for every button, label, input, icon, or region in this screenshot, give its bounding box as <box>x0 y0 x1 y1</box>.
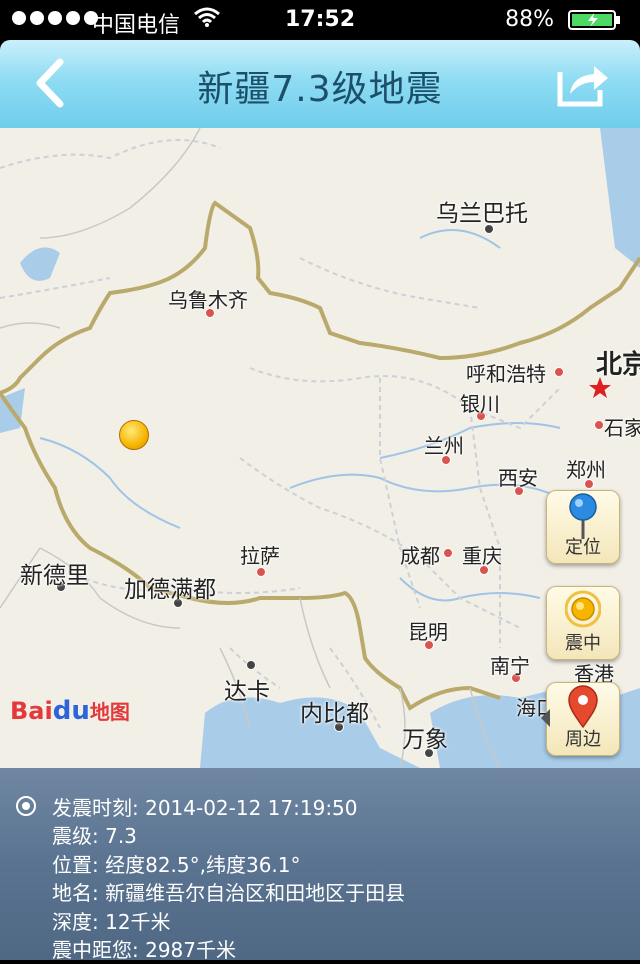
battery-percentage: 88% <box>505 7 554 32</box>
status-bar: 中国电信 17:52 88% <box>0 0 640 40</box>
map-label: 乌鲁木齐 <box>168 288 248 312</box>
logo-text: 地图 <box>89 700 130 724</box>
quake-place: 地名: 新疆维吾尔自治区和田地区于田县 <box>52 881 406 906</box>
map-label: 郑州 <box>566 458 606 482</box>
map-view[interactable]: 乌兰巴托 乌鲁木齐 呼和浩特 北京 银川 石家 兰州 郑州 西安 成都 重庆 长… <box>0 128 640 768</box>
epicenter-marker[interactable] <box>119 420 149 450</box>
map-pin <box>554 367 564 377</box>
map-marker-icon <box>568 685 598 729</box>
map-label: 北京 <box>596 350 640 380</box>
map-label: 内比都 <box>300 701 369 727</box>
map-pin <box>246 660 256 670</box>
nearby-button[interactable]: 周边 <box>541 682 620 756</box>
battery-charging-icon <box>568 10 620 30</box>
quake-position: 位置: 经度82.5°,纬度36.1° <box>52 852 301 877</box>
map-label: 呼和浩特 <box>466 362 546 386</box>
map-label: 石家 <box>604 416 640 440</box>
baidu-map-logo: Baidu地图 <box>10 696 130 726</box>
epicenter-label: 震中 <box>565 633 601 654</box>
nearby-label: 周边 <box>565 729 601 750</box>
map-label: 达卡 <box>224 679 270 705</box>
locate-label: 定位 <box>565 537 601 558</box>
quake-time: 发震时刻: 2014-02-12 17:19:50 <box>52 796 358 820</box>
logo-text: Bai <box>10 697 53 725</box>
map-label: 昆明 <box>408 620 448 644</box>
map-label: 成都 <box>400 544 440 568</box>
map-label: 万象 <box>402 727 448 753</box>
target-icon <box>16 796 36 816</box>
map-base <box>0 128 640 768</box>
map-label: 加德满都 <box>124 577 216 603</box>
map-label: 西安 <box>498 466 538 490</box>
map-label: 兰州 <box>424 434 464 458</box>
quake-depth: 深度: 12千米 <box>52 909 171 934</box>
map-label: 拉萨 <box>240 544 280 568</box>
page-title: 新疆7.3级地震 <box>197 69 443 110</box>
quake-info-panel: 发震时刻: 2014-02-12 17:19:50 震级: 7.3 位置: 经度… <box>0 768 640 962</box>
map-label: 银川 <box>460 392 500 416</box>
map-pin <box>443 548 453 558</box>
quake-magnitude: 震级: 7.3 <box>52 824 137 849</box>
map-label: 南宁 <box>490 654 530 678</box>
map-label: 重庆 <box>462 544 502 568</box>
locate-button[interactable]: 定位 <box>546 490 620 564</box>
paw-icon: du <box>52 696 90 726</box>
share-button[interactable] <box>556 58 610 108</box>
map-label: 乌兰巴托 <box>436 201 528 227</box>
nav-bar: 新疆7.3级地震 <box>0 40 640 129</box>
epicenter-icon <box>565 590 601 628</box>
map-label: 新德里 <box>20 563 89 589</box>
map-pin <box>594 420 604 430</box>
epicenter-button[interactable]: 震中 <box>546 586 620 660</box>
